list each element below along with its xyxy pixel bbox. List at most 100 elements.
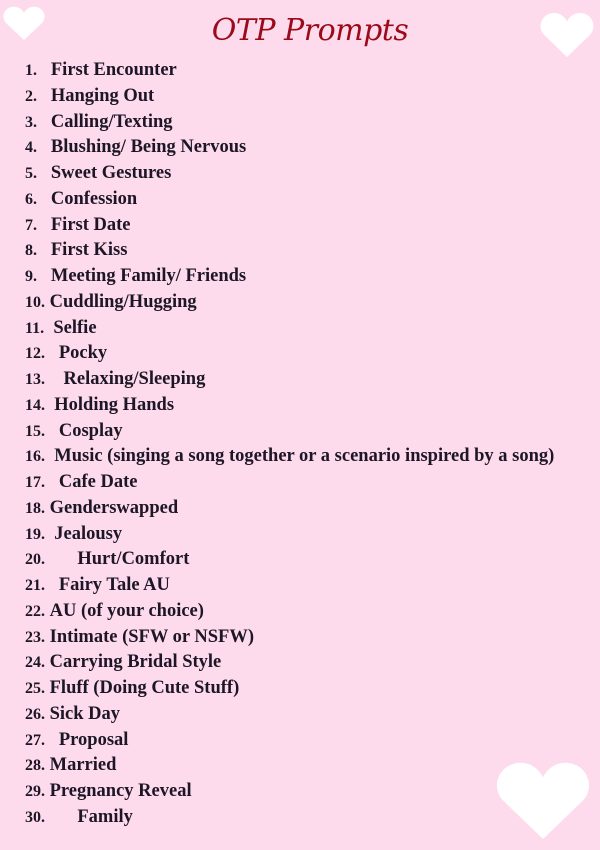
prompt-number: 8.: [25, 242, 37, 260]
prompt-number: 2.: [25, 87, 37, 105]
list-item: 26. Sick Day: [25, 702, 554, 728]
prompt-text: Intimate (SFW or NSFW): [49, 626, 254, 647]
list-item: 6. Confession: [25, 187, 554, 213]
prompt-number: 7.: [25, 216, 37, 234]
prompt-text: Hurt/Comfort: [77, 549, 190, 570]
list-item: 23. Intimate (SFW or NSFW): [25, 625, 554, 651]
prompt-number: 16.: [25, 448, 45, 466]
prompt-number: 13.: [25, 371, 45, 388]
prompt-number: 21.: [25, 577, 45, 594]
prompt-spacer: [42, 266, 51, 286]
list-item: 25. Fluff (Doing Cute Stuff): [25, 676, 554, 702]
prompt-text: Cafe Date: [58, 472, 138, 492]
prompt-text: Sick Day: [49, 703, 121, 724]
prompt-number: 28.: [25, 757, 45, 775]
prompt-text: Relaxing/Sleeping: [63, 369, 206, 389]
prompt-spacer: [42, 163, 51, 183]
prompt-spacer: [50, 730, 59, 750]
prompt-text: Family: [77, 806, 133, 827]
prompt-spacer: [42, 189, 51, 209]
list-item: 15. Cosplay: [25, 419, 554, 445]
prompt-text: First Date: [50, 214, 131, 235]
prompt-text: Genderswapped: [49, 497, 179, 518]
list-item: 11. Selfie: [25, 316, 554, 342]
prompt-text: Married: [49, 755, 117, 776]
prompt-number: 3.: [25, 113, 37, 131]
list-item: 27. Proposal: [25, 728, 554, 754]
prompt-number: 1.: [25, 62, 37, 79]
prompt-spacer: [50, 575, 59, 595]
list-item: 24. Carrying Bridal Style: [25, 650, 554, 676]
prompt-text: Sweet Gestures: [50, 163, 172, 183]
list-item: 1. First Encounter: [25, 58, 554, 84]
list-item: 14. Holding Hands: [25, 393, 554, 419]
prompt-number: 22.: [25, 602, 45, 620]
prompt-text: Fairy Tale AU: [58, 575, 170, 595]
prompt-text: AU (of your choice): [49, 600, 204, 621]
list-item: 7. First Date: [25, 213, 554, 239]
prompt-text: Music (singing a song together or a scen…: [54, 446, 555, 467]
prompt-list: 1. First Encounter 2. Hanging Out 3. Calli…: [25, 58, 554, 831]
prompt-text: Cosplay: [58, 420, 123, 441]
prompt-text: Fluff (Doing Cute Stuff): [49, 678, 240, 698]
prompt-number: 27.: [25, 731, 45, 749]
list-item: 13. Relaxing/Sleeping: [25, 367, 554, 393]
prompt-spacer: [42, 86, 51, 106]
prompt-text: Carrying Bridal Style: [49, 652, 222, 673]
prompt-text: Jealousy: [54, 523, 123, 544]
prompt-number: 18.: [25, 499, 45, 517]
prompt-text: Meeting Family/ Friends: [50, 266, 247, 286]
prompt-spacer: [42, 215, 51, 235]
list-item: 18. Genderswapped: [25, 496, 554, 522]
otp-prompts-page: OTP Prompts 1. First Encounter 2. Hanging…: [0, 0, 600, 850]
prompt-number: 9.: [25, 268, 37, 285]
prompt-spacer: [50, 472, 59, 492]
list-item: 2. Hanging Out: [25, 84, 554, 110]
prompt-spacer: [50, 369, 64, 389]
list-item: 22. AU (of your choice): [25, 599, 554, 625]
list-item: 9. Meeting Family/ Friends: [25, 264, 554, 290]
list-item: 30. Family: [25, 805, 554, 831]
prompt-number: 23.: [25, 628, 45, 646]
prompt-number: 30.: [25, 808, 45, 826]
prompt-number: 14.: [25, 396, 45, 414]
prompt-text: Selfie: [53, 317, 97, 338]
list-item: 19. Jealousy: [25, 522, 554, 548]
prompt-number: 17.: [25, 474, 45, 491]
prompt-spacer: [42, 112, 51, 132]
prompt-number: 19.: [25, 525, 45, 543]
prompt-text: Confession: [50, 188, 138, 209]
prompt-spacer: [42, 240, 51, 260]
list-item: 4. Blushing/ Being Nervous: [25, 135, 554, 161]
prompt-number: 26.: [25, 705, 45, 723]
prompt-spacer: [50, 549, 78, 569]
list-item: 16. Music (singing a song together or a …: [25, 444, 554, 470]
prompt-text: Pocky: [58, 343, 108, 364]
prompt-number: 15.: [25, 422, 45, 440]
prompt-text: Blushing/ Being Nervous: [50, 137, 247, 158]
prompt-number: 4.: [25, 139, 37, 157]
prompt-number: 6.: [25, 190, 37, 208]
list-item: 29. Pregnancy Reveal: [25, 779, 554, 805]
list-item: 21. Fairy Tale AU: [25, 573, 554, 599]
prompt-spacer: [42, 137, 51, 157]
prompt-text: Pregnancy Reveal: [49, 781, 192, 801]
prompt-spacer: [50, 343, 59, 363]
prompt-spacer: [50, 421, 59, 441]
prompt-number: 11.: [25, 319, 45, 337]
list-item: 10. Cuddling/Hugging: [25, 290, 554, 316]
list-item: 5. Sweet Gestures: [25, 161, 554, 187]
list-item: 12. Pocky: [25, 341, 554, 367]
list-item: 20. Hurt/Comfort: [25, 547, 554, 573]
page-title: OTP Prompts: [211, 13, 409, 48]
prompt-text: Cuddling/Hugging: [49, 291, 197, 312]
prompt-spacer: [50, 807, 78, 827]
prompt-number: 24.: [25, 654, 45, 672]
prompt-number: 20.: [25, 551, 45, 569]
prompt-number: 29.: [25, 783, 45, 800]
prompt-number: 10.: [25, 293, 45, 311]
prompt-number: 25.: [25, 680, 45, 697]
prompt-text: Calling/Texting: [50, 111, 173, 132]
prompt-text: First Encounter: [50, 60, 177, 80]
prompt-number: 5.: [25, 165, 37, 182]
